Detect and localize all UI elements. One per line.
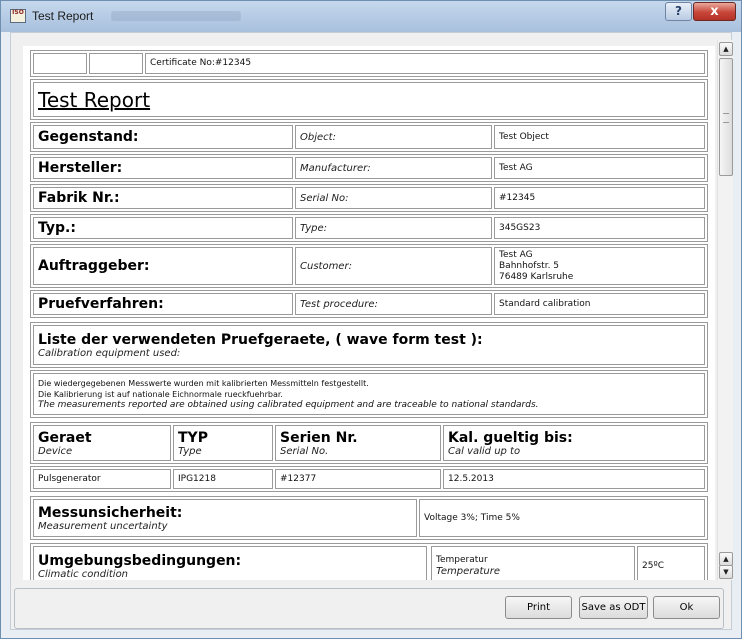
info-value: Standard calibration (494, 293, 705, 315)
climate-param: Temperatur Temperature (431, 546, 635, 580)
climate-row: Umgebungsbedingungen: Climatic condition… (30, 543, 708, 580)
customer-line: Test AG (499, 249, 533, 260)
info-label-de: Auftraggeber: (33, 247, 293, 285)
note-line: Die wiedergegebenen Messwerte wurden mit… (38, 378, 369, 388)
scroll-down-icon[interactable]: ▼ (719, 565, 733, 579)
equipment-title: Liste der verwendeten Pruefgeraete, ( wa… (38, 331, 483, 348)
info-label-en: Object: (295, 125, 492, 149)
info-row-object: Gegenstand: Object: Test Object (30, 122, 708, 152)
info-label-en: Customer: (295, 247, 492, 285)
scroll-up-icon[interactable]: ▲ (719, 42, 733, 56)
info-row-type: Typ.: Type: 345GS23 (30, 214, 708, 242)
logo-cell-2 (89, 53, 143, 74)
note-line: The measurements reported are obtained u… (38, 399, 539, 410)
ok-button[interactable]: Ok (653, 596, 720, 619)
info-label-en: Manufacturer: (295, 157, 492, 179)
report-title: Test Report (38, 87, 151, 112)
info-label-de: Typ.: (33, 217, 293, 239)
info-label-de: Pruefverfahren: (33, 293, 293, 315)
table-cell: 12.5.2013 (443, 469, 705, 489)
scroll-thumb[interactable] (719, 58, 733, 176)
table-cell: #12377 (275, 469, 441, 489)
equipment-header-row: Liste der verwendeten Pruefgeraete, ( wa… (30, 322, 708, 368)
info-value: 345GS23 (494, 217, 705, 239)
info-value: Test AG Bahnhofstr. 5 76489 Karlsruhe (494, 247, 705, 285)
report-viewport[interactable]: Certificate No:#12345 Test Report Gegens… (23, 46, 715, 580)
info-label-de: Fabrik Nr.: (33, 187, 293, 209)
grip-icon (723, 113, 729, 123)
info-value: Test AG (494, 157, 705, 179)
close-button[interactable]: x (693, 2, 736, 21)
climate-label: Umgebungsbedingungen: Climatic condition (33, 546, 427, 580)
certificate-number: Certificate No:#12345 (145, 53, 705, 74)
customer-line: 76489 Karlsruhe (499, 271, 574, 282)
info-row-procedure: Pruefverfahren: Test procedure: Standard… (30, 290, 708, 318)
climate-value: 25ºC (637, 546, 705, 580)
title-bar: ISO Test Report ? x (1, 1, 741, 32)
column-header-cal-valid: Kal. gueltig bis: Cal valid up to (443, 425, 705, 461)
column-header-type: TYP Type (173, 425, 273, 461)
note-line: Die Kalibrierung ist auf nationale Eichn… (38, 389, 283, 399)
info-value: Test Object (494, 125, 705, 149)
report-title-row: Test Report (30, 79, 708, 120)
equipment-subtitle: Calibration equipment used: (38, 347, 181, 359)
info-label-de: Gegenstand: (33, 125, 293, 149)
info-value: #12345 (494, 187, 705, 209)
logo-cell-1 (33, 53, 87, 74)
report-title-cell: Test Report (33, 82, 705, 117)
column-header-serial: Serien Nr. Serial No. (275, 425, 441, 461)
info-label-en: Type: (295, 217, 492, 239)
save-as-odt-button[interactable]: Save as ODT (579, 596, 648, 619)
info-row-manufacturer: Hersteller: Manufacturer: Test AG (30, 154, 708, 182)
background-title-blur (111, 11, 241, 21)
column-header-device: Geraet Device (33, 425, 171, 461)
info-label-en: Serial No: (295, 187, 492, 209)
uncertainty-value: Voltage 3%; Time 5% (419, 499, 705, 537)
vertical-scrollbar[interactable]: ▲ ▲ ▼ (717, 40, 733, 580)
scroll-up-lower-icon[interactable]: ▲ (719, 552, 733, 566)
equipment-note: Die wiedergegebenen Messwerte wurden mit… (33, 373, 705, 415)
app-icon: ISO (10, 9, 26, 23)
uncertainty-label: Messunsicherheit: Measurement uncertaint… (33, 499, 417, 537)
info-row-serial: Fabrik Nr.: Serial No: #12345 (30, 184, 708, 212)
print-button[interactable]: Print (505, 596, 572, 619)
info-label-en: Test procedure: (295, 293, 492, 315)
table-cell: Pulsgenerator (33, 469, 171, 489)
customer-line: Bahnhofstr. 5 (499, 260, 560, 271)
certificate-row: Certificate No:#12345 (30, 50, 708, 77)
table-cell: IPG1218 (173, 469, 273, 489)
help-button[interactable]: ? (665, 2, 692, 21)
uncertainty-row: Messunsicherheit: Measurement uncertaint… (30, 496, 708, 540)
equipment-header: Liste der verwendeten Pruefgeraete, ( wa… (33, 325, 705, 365)
equipment-data-row: Pulsgenerator IPG1218 #12377 12.5.2013 (30, 466, 708, 492)
info-row-customer: Auftraggeber: Customer: Test AG Bahnhofs… (30, 244, 708, 288)
equipment-columns-row: Geraet Device TYP Type Serien Nr. Serial… (30, 422, 708, 464)
window-title: Test Report (32, 9, 94, 23)
info-label-de: Hersteller: (33, 157, 293, 179)
equipment-note-row: Die wiedergegebenen Messwerte wurden mit… (30, 370, 708, 418)
